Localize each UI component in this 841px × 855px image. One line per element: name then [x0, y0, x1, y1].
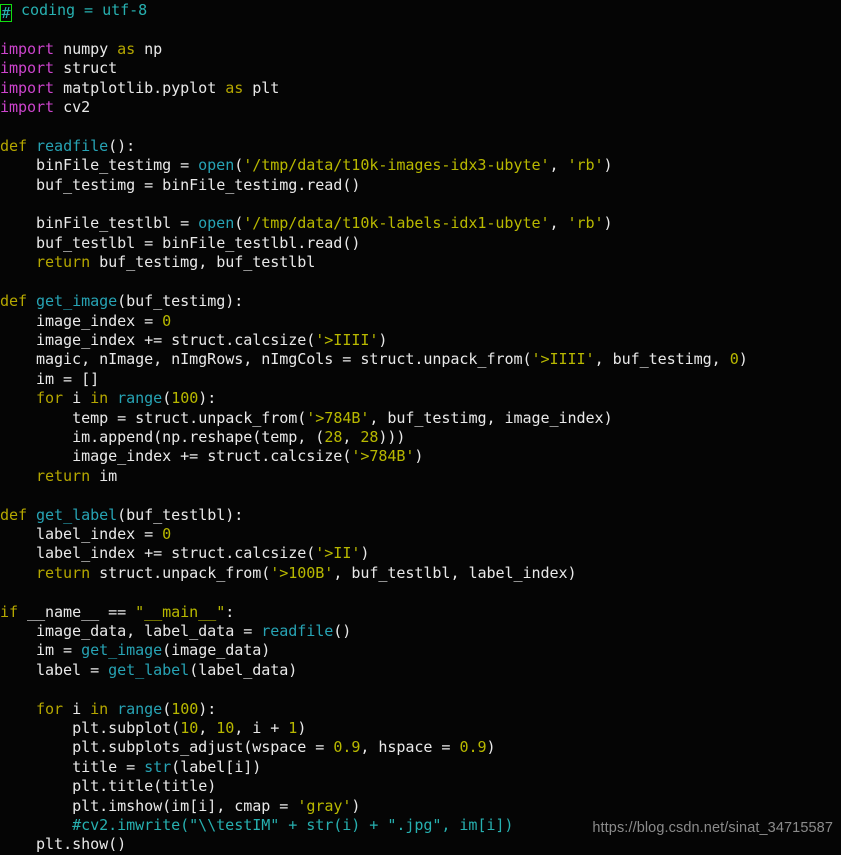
code-line[interactable]: label = get_label(label_data) [0, 661, 748, 680]
code-line[interactable]: image_index += struct.calcsize('>IIII') [0, 331, 748, 350]
code-line[interactable]: plt.subplots_adjust(wspace = 0.9, hspace… [0, 738, 748, 757]
code-line[interactable]: image_index += struct.calcsize('>784B') [0, 447, 748, 466]
code-line[interactable]: title = str(label[i]) [0, 758, 748, 777]
code-line[interactable]: image_data, label_data = readfile() [0, 622, 748, 641]
code-line[interactable]: return buf_testimg, buf_testlbl [0, 253, 748, 272]
code-line[interactable] [0, 273, 748, 292]
code-line[interactable]: buf_testlbl = binFile_testlbl.read() [0, 234, 748, 253]
code-editor-surface[interactable]: # coding = utf-8 import numpy as np impor… [0, 0, 841, 853]
code-line[interactable] [0, 583, 748, 602]
code-line[interactable]: # coding = utf-8 [0, 1, 748, 22]
code-text-block[interactable]: # coding = utf-8 import numpy as np impor… [0, 1, 748, 855]
code-line[interactable]: return im [0, 467, 748, 486]
code-line[interactable]: plt.subplot(10, 10, i + 1) [0, 719, 748, 738]
code-line[interactable]: import matplotlib.pyplot as plt [0, 79, 748, 98]
code-line[interactable]: im = [] [0, 370, 748, 389]
code-line[interactable]: buf_testimg = binFile_testimg.read() [0, 176, 748, 195]
code-line[interactable]: for i in range(100): [0, 389, 748, 408]
code-line[interactable]: im.append(np.reshape(temp, (28, 28))) [0, 428, 748, 447]
code-line[interactable]: import numpy as np [0, 40, 748, 59]
watermark-url: https://blog.csdn.net/sinat_34715587 [592, 820, 833, 836]
code-line[interactable]: return struct.unpack_from('>100B', buf_t… [0, 564, 748, 583]
bracket-match-box: # [0, 4, 12, 22]
code-line[interactable]: for i in range(100): [0, 700, 748, 719]
code-line[interactable]: binFile_testlbl = open('/tmp/data/t10k-l… [0, 214, 748, 233]
code-line[interactable] [0, 20, 748, 39]
code-line[interactable]: im = get_image(image_data) [0, 641, 748, 660]
code-line[interactable]: def get_image(buf_testimg): [0, 292, 748, 311]
code-line[interactable]: image_index = 0 [0, 312, 748, 331]
code-line[interactable]: binFile_testimg = open('/tmp/data/t10k-i… [0, 156, 748, 175]
code-line[interactable] [0, 195, 748, 214]
code-line[interactable]: plt.show() [0, 835, 748, 854]
code-line[interactable]: def get_label(buf_testlbl): [0, 506, 748, 525]
code-line[interactable]: def readfile(): [0, 137, 748, 156]
code-line[interactable]: magic, nImage, nImgRows, nImgCols = stru… [0, 350, 748, 369]
code-line[interactable] [0, 680, 748, 699]
code-line[interactable] [0, 486, 748, 505]
code-line[interactable]: label_index = 0 [0, 525, 748, 544]
code-line[interactable]: plt.imshow(im[i], cmap = 'gray') [0, 797, 748, 816]
code-line[interactable]: if __name__ == "__main__": [0, 603, 748, 622]
code-line[interactable] [0, 117, 748, 136]
code-line[interactable]: import struct [0, 59, 748, 78]
code-line[interactable]: label_index += struct.calcsize('>II') [0, 544, 748, 563]
code-line[interactable]: plt.title(title) [0, 777, 748, 796]
code-line[interactable]: temp = struct.unpack_from('>784B', buf_t… [0, 409, 748, 428]
code-line[interactable]: import cv2 [0, 98, 748, 117]
